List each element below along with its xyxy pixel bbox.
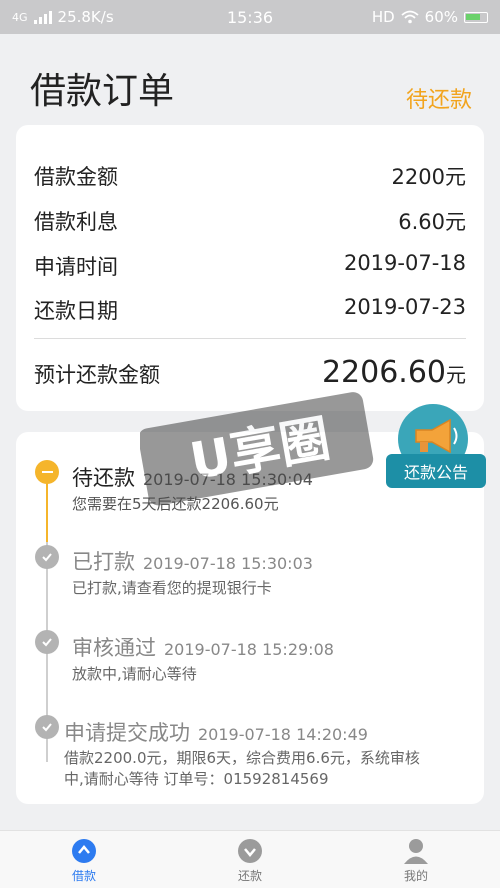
step-desc: 您需要在5天后还款2206.60元 <box>72 495 279 513</box>
summary-value: 2200元 <box>391 165 466 189</box>
loan-tab-icon <box>72 839 96 863</box>
check-icon <box>35 715 59 739</box>
total-amount: 2206.60元 <box>322 355 466 390</box>
summary-label: 申请时间 <box>34 255 118 279</box>
summary-value: 2019-07-23 <box>343 295 466 319</box>
step-desc: 放款中,请耐心等待 <box>72 665 197 683</box>
wifi-icon <box>401 10 419 24</box>
summary-row-repay-date: 还款日期 2019-07-23 <box>34 295 466 325</box>
summary-row-amount: 借款金额 2200元 <box>34 161 466 191</box>
step-time: 2019-07-18 15:30:04 <box>143 470 313 489</box>
tab-repay[interactable]: 还款 <box>190 831 310 888</box>
loan-summary-card: 借款金额 2200元 借款利息 6.60元 申请时间 2019-07-18 还款… <box>16 125 484 411</box>
order-status-tag: 待还款 <box>405 88 472 113</box>
summary-row-apply-date: 申请时间 2019-07-18 <box>34 251 466 281</box>
step-desc: 中,请耐心等待 订单号：01592814569 <box>64 770 329 788</box>
step-title: 审核通过 2019-07-18 15:29:08 <box>72 632 334 662</box>
megaphone-icon <box>415 418 458 454</box>
summary-row-interest: 借款利息 6.60元 <box>34 206 466 236</box>
total-value: 2206.60 <box>321 355 446 390</box>
tab-profile[interactable]: 我的 <box>356 831 476 888</box>
step-title-text: 已打款 <box>72 550 135 574</box>
step-title: 待还款 2019-07-18 15:30:04 <box>72 462 313 492</box>
step-time: 2019-07-18 14:20:49 <box>198 725 368 744</box>
step-title: 申请提交成功 2019-07-18 14:20:49 <box>64 717 368 747</box>
bottom-tab-bar: 借款 还款 我的 <box>0 830 500 888</box>
tab-label: 还款 <box>237 869 262 883</box>
battery-icon <box>464 11 488 23</box>
pending-step-icon <box>35 460 59 484</box>
divider <box>34 338 466 339</box>
user-icon <box>404 839 428 864</box>
summary-label: 借款利息 <box>34 210 118 234</box>
step-title-text: 审核通过 <box>72 636 156 660</box>
check-icon <box>35 630 59 654</box>
step-time: 2019-07-18 15:30:03 <box>143 554 313 573</box>
total-unit: 元 <box>446 363 466 387</box>
tab-label: 借款 <box>71 869 96 883</box>
summary-label: 借款金额 <box>34 165 118 189</box>
battery-level: 60% <box>424 8 458 26</box>
hd-label: HD <box>371 8 395 26</box>
summary-value: 6.60元 <box>398 210 466 234</box>
check-icon <box>35 545 59 569</box>
summary-value: 2019-07-18 <box>343 251 466 275</box>
step-title-text: 申请提交成功 <box>64 721 190 745</box>
page-title: 借款订单 <box>30 71 175 112</box>
summary-label: 还款日期 <box>34 299 118 323</box>
status-bar: 4G 25.8K/s 15:36 HD 60% <box>0 0 500 34</box>
repay-tab-icon <box>238 839 262 863</box>
step-desc: 借款2200.0元，期限6天，综合费用6.6元，系统审核 <box>64 749 420 767</box>
step-title: 已打款 2019-07-18 15:30:03 <box>72 546 313 576</box>
step-time: 2019-07-18 15:29:08 <box>164 640 334 659</box>
summary-row-total: 预计还款金额 2206.60元 <box>34 355 466 390</box>
tab-label: 我的 <box>403 869 428 883</box>
total-label: 预计还款金额 <box>34 363 160 387</box>
notice-label: 还款公告 <box>386 454 486 488</box>
step-desc: 已打款,请查看您的提现银行卡 <box>72 579 272 597</box>
tab-loan[interactable]: 借款 <box>24 831 144 888</box>
repayment-notice-button[interactable]: 还款公告 <box>386 404 486 490</box>
status-right: HD 60% <box>372 8 488 26</box>
step-title-text: 待还款 <box>72 466 135 490</box>
